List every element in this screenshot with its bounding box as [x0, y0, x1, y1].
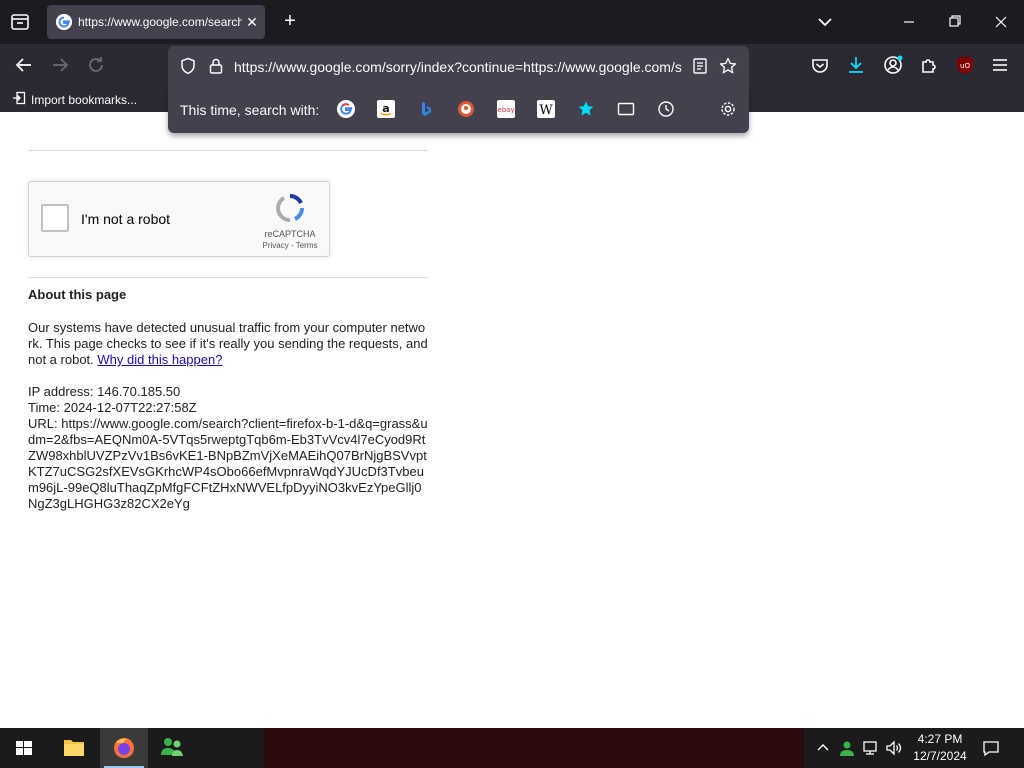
- history-icon[interactable]: [657, 100, 675, 118]
- why-link[interactable]: Why did this happen?: [97, 352, 222, 367]
- search-settings-icon[interactable]: [719, 100, 737, 118]
- firefox-view-icon[interactable]: [8, 11, 32, 33]
- network-icon[interactable]: [862, 739, 880, 757]
- svg-text:ebay: ebay: [497, 106, 514, 114]
- ublock-origin-icon[interactable]: uO: [953, 53, 977, 77]
- menu-icon[interactable]: [988, 53, 1012, 77]
- bing-icon[interactable]: [417, 100, 435, 118]
- bookmark-star-icon[interactable]: [718, 56, 738, 76]
- request-url: URL: https://www.google.com/search?clien…: [28, 416, 428, 511]
- user-tray-icon[interactable]: [838, 739, 856, 757]
- new-tab-button[interactable]: +: [278, 10, 302, 34]
- url-input[interactable]: https://www.google.com/sorry/index?conti…: [234, 58, 686, 76]
- start-button[interactable]: [0, 728, 48, 768]
- browser-tab[interactable]: https://www.google.com/search ✕: [47, 5, 265, 39]
- google-icon[interactable]: [337, 100, 355, 118]
- search-with-label: This time, search with:: [180, 102, 320, 118]
- people-app-icon[interactable]: [148, 728, 196, 768]
- import-bookmarks-button[interactable]: Import bookmarks...: [12, 91, 137, 107]
- duckduckgo-icon[interactable]: [457, 100, 475, 118]
- list-all-tabs-icon[interactable]: [814, 12, 836, 32]
- tab-close-icon[interactable]: ✕: [244, 14, 260, 30]
- tabs-icon[interactable]: [617, 100, 635, 118]
- reader-view-icon[interactable]: [690, 56, 710, 76]
- recaptcha-logo-icon: [274, 192, 306, 224]
- wikipedia-icon[interactable]: W: [537, 100, 555, 118]
- wallpaper-strip: [264, 728, 804, 768]
- divider: [28, 150, 428, 151]
- svg-text:W: W: [539, 103, 553, 118]
- downloads-icon[interactable]: [844, 53, 868, 77]
- recaptcha-widget: I'm not a robot reCAPTCHA Privacy - Term…: [28, 181, 330, 257]
- unusual-traffic-text: Our systems have detected unusual traffi…: [28, 320, 428, 367]
- clock-date[interactable]: 12/7/2024: [910, 749, 970, 764]
- svg-text:a: a: [382, 102, 389, 115]
- extensions-icon[interactable]: [917, 53, 941, 77]
- back-icon[interactable]: [12, 53, 36, 77]
- reload-icon[interactable]: [84, 53, 108, 77]
- volume-icon[interactable]: [885, 739, 903, 757]
- recaptcha-checkbox[interactable]: [41, 204, 69, 232]
- url-bar[interactable]: https://www.google.com/sorry/index?conti…: [168, 46, 749, 86]
- ebay-icon[interactable]: ebay: [497, 100, 515, 118]
- pocket-icon[interactable]: [808, 53, 832, 77]
- firefox-icon[interactable]: [100, 728, 148, 768]
- tab-title: https://www.google.com/search: [78, 15, 242, 29]
- close-window-icon[interactable]: [990, 8, 1012, 36]
- lock-icon[interactable]: [206, 56, 226, 76]
- timestamp: Time: 2024-12-07T22:27:58Z: [28, 400, 197, 415]
- amazon-icon[interactable]: a: [377, 100, 395, 118]
- show-hidden-icons-icon[interactable]: [814, 739, 832, 757]
- minimize-icon[interactable]: [898, 8, 920, 36]
- unusual-traffic-paragraph: Our systems have detected unusual traffi…: [28, 320, 428, 368]
- import-bookmarks-label: Import bookmarks...: [31, 93, 138, 107]
- import-icon: [12, 91, 26, 109]
- search-engine-panel: This time, search with: a ebay W: [168, 86, 749, 133]
- about-heading: About this page: [28, 287, 127, 302]
- svg-text:uO: uO: [960, 62, 970, 70]
- bookmarks-star-icon[interactable]: [577, 100, 595, 118]
- recaptcha-brand: reCAPTCHA: [264, 229, 316, 239]
- taskbar: 4:27 PM 12/7/2024: [0, 728, 1024, 768]
- tab-strip: https://www.google.com/search ✕ +: [0, 0, 1024, 44]
- notifications-icon[interactable]: [982, 739, 1000, 757]
- clock-time[interactable]: 4:27 PM: [912, 732, 968, 747]
- forward-icon[interactable]: [48, 53, 72, 77]
- recaptcha-label: I'm not a robot: [81, 211, 171, 227]
- google-favicon-icon: [56, 14, 72, 30]
- file-explorer-icon[interactable]: [50, 728, 98, 768]
- screen: https://www.google.com/search ✕ + uO Imp…: [0, 0, 1024, 768]
- tracking-protection-icon[interactable]: [178, 56, 198, 76]
- restore-icon[interactable]: [944, 8, 966, 36]
- recaptcha-privacy-terms[interactable]: Privacy - Terms: [255, 241, 325, 251]
- divider: [28, 277, 428, 278]
- ip-address: IP address: 146.70.185.50: [28, 384, 181, 399]
- account-icon[interactable]: [881, 53, 905, 77]
